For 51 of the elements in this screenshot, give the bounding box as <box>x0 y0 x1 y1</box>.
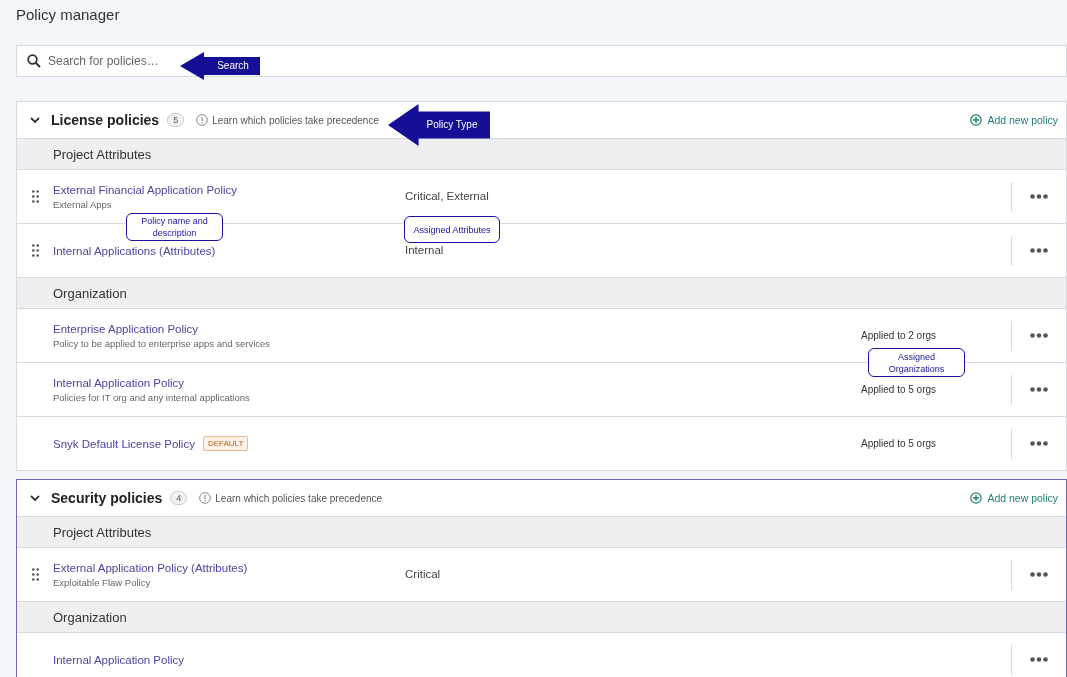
add-policy-button[interactable]: Add new policy <box>970 114 1058 126</box>
count-badge: 5 <box>167 113 185 127</box>
more-icon <box>1030 333 1048 338</box>
group-header: Project Attributes <box>17 139 1066 170</box>
help-link[interactable]: Learn which policies take precedence <box>212 114 379 126</box>
plus-circle-icon <box>970 114 983 126</box>
chevron-icon[interactable] <box>29 114 41 126</box>
more-icon <box>1030 194 1048 199</box>
drag-handle-icon[interactable] <box>31 244 39 257</box>
policy-description: Policies for IT org and any internal applications <box>53 391 251 403</box>
more-icon <box>1030 387 1048 392</box>
group-header: Organization <box>17 602 1066 633</box>
group-header: Project Attributes <box>17 517 1066 548</box>
assigned-orgs: Applied to 2 orgs <box>861 330 938 341</box>
callout-label: Assigned Attributes <box>404 216 500 243</box>
policy-name[interactable]: Internal Application Policy <box>53 376 185 389</box>
drag-handle-icon[interactable] <box>31 190 39 203</box>
assigned-orgs: Applied to 5 orgs <box>861 384 938 395</box>
more-icon <box>1030 657 1048 662</box>
assigned-attributes: Internal <box>405 244 444 256</box>
drag-handle-icon[interactable] <box>31 568 39 581</box>
count-badge: 4 <box>170 491 188 505</box>
search-icon <box>27 54 41 68</box>
callout-label: Policy name and description <box>126 213 223 241</box>
group-header: Organization <box>17 278 1066 309</box>
add-policy-button[interactable]: Add new policy <box>970 492 1058 504</box>
chevron-icon[interactable] <box>29 492 41 504</box>
more-icon <box>1030 248 1048 253</box>
policy-name[interactable]: Internal Application Policy <box>53 653 185 666</box>
info-icon <box>199 492 212 504</box>
assigned-attributes: Critical <box>405 568 441 580</box>
policy-description: Policy to be applied to enterprise apps and services <box>53 337 272 349</box>
policy-name[interactable]: Internal Applications (Attributes) <box>53 244 216 257</box>
more-icon <box>1030 441 1048 446</box>
policy-description: External Apps <box>53 198 113 210</box>
info-icon <box>196 114 209 126</box>
more-icon <box>1030 572 1048 577</box>
help-link[interactable]: Learn which policies take precedence <box>215 492 383 504</box>
policy-name[interactable]: Snyk Default License Policy <box>53 437 195 450</box>
section-title: Security policies <box>51 490 163 506</box>
default-badge: DEFAULT <box>202 436 249 451</box>
policy-description: Exploitable Flaw Policy <box>53 576 152 588</box>
assigned-attributes: Critical, External <box>405 190 489 202</box>
policy-name[interactable]: Enterprise Application Policy <box>53 322 199 335</box>
policy-name[interactable]: External Application Policy (Attributes) <box>53 561 248 574</box>
section-title: License policies <box>51 112 160 128</box>
plus-circle-icon <box>970 492 983 504</box>
assigned-orgs: Applied to 5 orgs <box>861 438 938 449</box>
policy-name[interactable]: External Financial Application Policy <box>53 183 238 196</box>
page-title: Policy manager <box>16 5 121 25</box>
callout-label: Assigned Organizations <box>868 348 965 377</box>
